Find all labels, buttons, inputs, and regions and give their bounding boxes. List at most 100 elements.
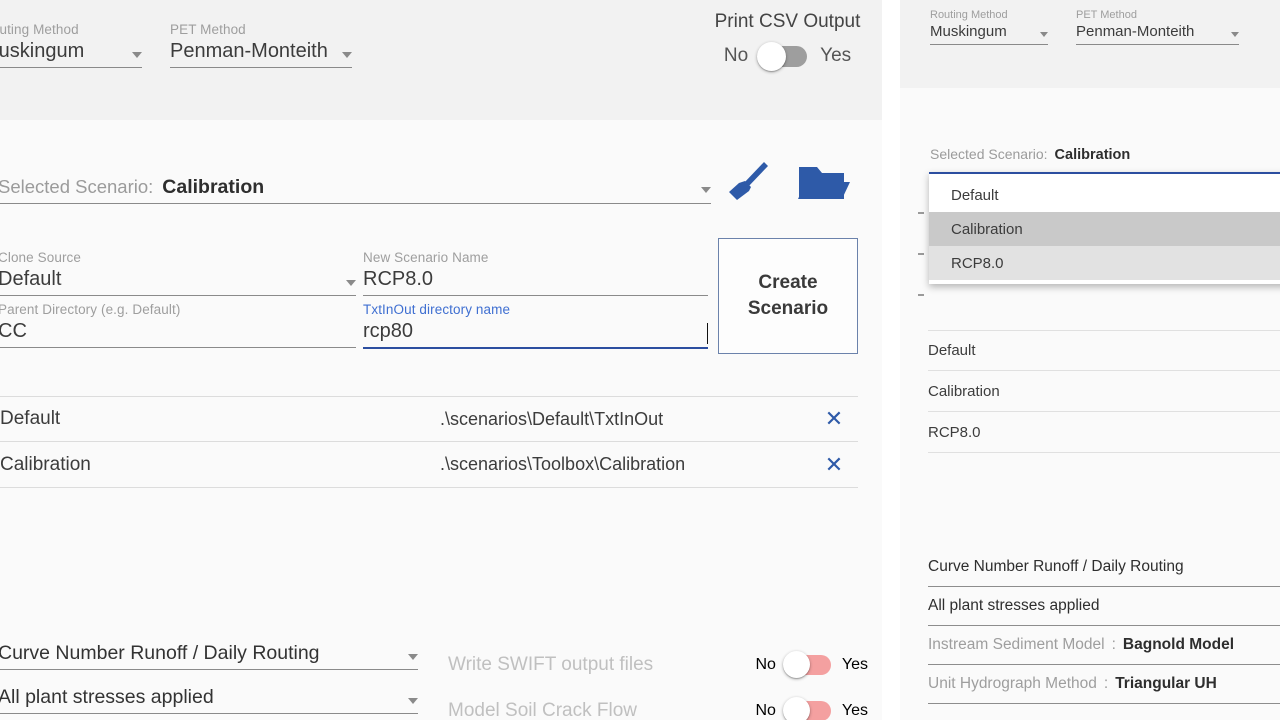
delete-scenario-icon[interactable]: ✕ [810,452,858,478]
chevron-down-icon [408,698,418,704]
right-pet-method-label: PET Method [1076,9,1137,21]
pet-method-select[interactable]: PET Method Penman-Monteith [170,22,352,68]
instream-sediment-model-value: Bagnold Model [1122,636,1234,653]
toggle-knob [757,41,787,71]
plant-stress-value: All plant stresses applied [0,686,214,708]
parent-directory-field[interactable]: Parent Directory (e.g. Default) CC [0,302,356,348]
create-scenario-line1: Create [758,272,818,293]
unit-hydrograph-method-row: Unit Hydrograph Method : Triangular UH [928,665,1280,704]
selected-scenario-label: Selected Scenario: [0,176,154,197]
chevron-down-icon [132,52,142,58]
dropdown-option-default[interactable]: Default [929,178,1280,212]
txtinout-directory-name-field[interactable]: TxtInOut directory name rcp80 [363,302,708,349]
print-csv-output-title: Print CSV Output [714,11,861,32]
write-swift-output-row: Write SWIFT output files No Yes [448,645,868,685]
right-routing-method-select[interactable]: Routing Method Muskingum [930,8,1048,45]
delete-scenario-icon[interactable]: ✕ [810,406,858,432]
new-scenario-name-value: RCP8.0 [363,268,434,290]
dropdown-option-calibration[interactable]: Calibration [929,212,1280,246]
chevron-down-icon [346,280,356,286]
folder-open-icon [798,167,850,199]
broom-icon [729,162,768,200]
print-csv-output-group: Print CSV Output No Yes [700,8,875,71]
unit-hydrograph-method-value: Triangular UH [1115,675,1217,692]
right-selected-scenario-select[interactable]: Selected Scenario: Calibration [930,146,1280,163]
right-pet-method-value: Penman-Monteith [1076,23,1195,40]
chevron-down-icon [342,52,352,58]
clone-source-label: Clone Source [0,250,81,265]
scenario-name: Default [0,408,61,429]
separator: : [1103,675,1109,692]
soil-crack-yes-label: Yes [841,702,868,719]
print-csv-output-toggle[interactable] [757,41,808,71]
right-pet-method-select[interactable]: PET Method Penman-Monteith [1076,8,1239,45]
separator: : [1111,636,1116,653]
app-screen: Routing Method Muskingum PET Method Penm… [0,0,1280,720]
dropdown-option-rcp80[interactable]: RCP8.0 [929,246,1280,280]
selected-scenario-value: Calibration [162,176,265,198]
right-routing-method-value: Muskingum [930,23,1007,40]
scenario-path: .\scenarios\Default\TxtInOut [440,408,664,429]
right-runoff-routing-row[interactable]: Curve Number Runoff / Daily Routing [928,548,1280,587]
write-swift-output-label: Write SWIFT output files [448,654,654,675]
plant-stress-select[interactable]: All plant stresses applied [0,684,418,714]
chevron-down-icon [1231,32,1239,37]
runoff-routing-select[interactable]: Curve Number Runoff / Daily Routing [0,640,418,670]
list-row-marker [918,253,924,255]
create-scenario-button[interactable]: Create Scenario [718,238,858,354]
table-row[interactable]: Calibration .\scenarios\Toolbox\Calibrat… [0,442,858,488]
write-swift-no-label: No [755,656,776,673]
create-scenario-line2: Scenario [747,298,829,319]
print-csv-output-toggle-row: No Yes [700,41,875,71]
clean-broom-button[interactable] [723,158,773,206]
list-row-marker [918,294,924,296]
bottom-right-toggles: Write SWIFT output files No Yes Model So… [448,645,868,720]
write-swift-yes-label: Yes [841,656,868,673]
parent-directory-value: CC [0,320,27,342]
chevron-down-icon [701,187,711,193]
scenario-path: .\scenarios\Toolbox\Calibration [440,454,686,474]
new-scenario-name-field[interactable]: New Scenario Name RCP8.0 [363,250,708,296]
print-csv-no-label: No [723,45,749,66]
left-panel: Routing Method Muskingum PET Method Penm… [0,0,882,720]
routing-method-label: Routing Method [0,22,79,37]
model-soil-crack-flow-row: Model Soil Crack Flow No Yes [448,691,868,720]
right-scenario-list: Default Calibration RCP8.0 [928,330,1280,453]
right-plant-stress-row[interactable]: All plant stresses applied [928,587,1280,626]
toggle-knob [782,651,810,678]
bottom-left-selects: Curve Number Runoff / Daily Routing All … [0,640,418,720]
routing-method-select[interactable]: Routing Method Muskingum [0,22,142,68]
instream-sediment-model-row: Instream Sediment Model : Bagnold Model [928,626,1280,665]
list-item[interactable]: Calibration [928,371,1280,412]
parent-directory-label: Parent Directory (e.g. Default) [0,302,181,317]
table-row[interactable]: Default .\scenarios\Default\TxtInOut ✕ [0,396,858,442]
routing-method-value: Muskingum [0,40,85,62]
instream-sediment-model-label: Instream Sediment Model [928,636,1105,653]
chevron-down-icon [408,654,418,660]
right-bottom-settings-list: Curve Number Runoff / Daily Routing All … [928,548,1280,704]
model-soil-crack-flow-toggle[interactable] [782,697,831,720]
new-scenario-name-label: New Scenario Name [363,250,489,265]
write-swift-output-toggle[interactable] [782,651,831,678]
soil-crack-no-label: No [755,702,776,719]
right-selected-scenario-label: Selected Scenario: [930,146,1048,162]
open-folder-button[interactable] [796,158,850,206]
clone-source-select[interactable]: Clone Source Default [0,250,356,296]
toggle-knob [782,697,810,720]
list-item[interactable]: Default [928,330,1280,371]
text-caret [706,323,708,344]
scenario-table: Default .\scenarios\Default\TxtInOut ✕ C… [0,396,858,488]
right-selected-scenario-value: Calibration [1054,147,1131,163]
txtinout-directory-name-label: TxtInOut directory name [363,302,511,317]
print-csv-yes-label: Yes [820,45,852,66]
selected-scenario-select[interactable]: Selected Scenario: Calibration [0,176,711,204]
runoff-routing-value: Curve Number Runoff / Daily Routing [0,642,320,664]
right-routing-method-label: Routing Method [930,9,1008,21]
list-row-marker [918,212,924,214]
txtinout-directory-name-value: rcp80 [363,320,414,342]
list-item[interactable]: RCP8.0 [928,412,1280,453]
scenario-dropdown-menu[interactable]: Default Calibration RCP8.0 [929,172,1280,284]
scenario-name: Calibration [0,453,91,475]
clone-source-value: Default [0,268,62,290]
chevron-down-icon [1040,32,1048,37]
